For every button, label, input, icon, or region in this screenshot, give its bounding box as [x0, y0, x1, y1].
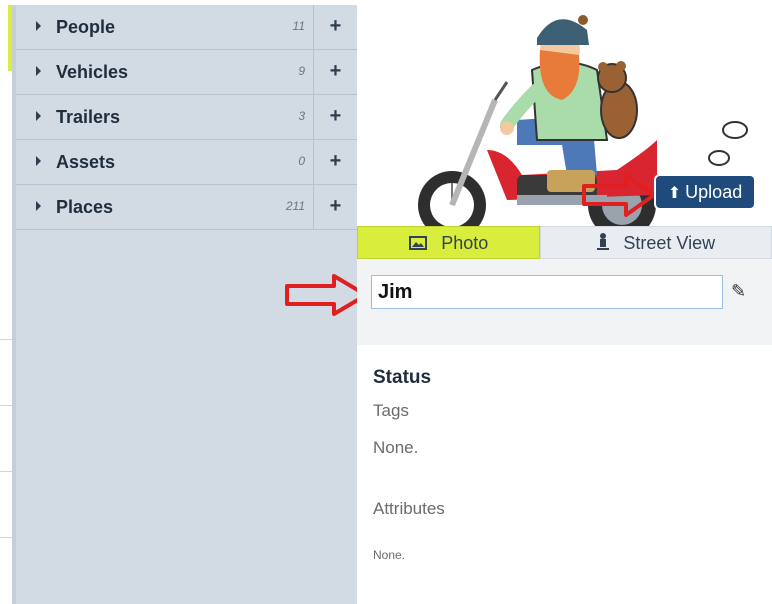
category-label: Assets	[56, 152, 116, 172]
attributes-value: None.	[373, 548, 406, 562]
annotation-arrow-upload	[582, 173, 656, 217]
category-count: 3	[298, 109, 305, 123]
upload-label: Upload	[685, 182, 743, 202]
add-asset-button[interactable]: +	[313, 140, 357, 184]
caret-right-icon[interactable]	[36, 156, 41, 166]
caret-right-icon[interactable]	[36, 66, 41, 76]
category-row-assets[interactable]: Assets 0 +	[16, 140, 357, 185]
tab-photo[interactable]: Photo	[357, 226, 540, 259]
tags-value: None.	[373, 438, 419, 457]
name-field[interactable]	[371, 275, 723, 309]
pencil-edit-icon[interactable]: ✎	[731, 281, 746, 302]
status-heading: Status	[373, 367, 432, 388]
category-row-trailers[interactable]: Trailers 3 +	[16, 95, 357, 140]
caret-right-icon[interactable]	[36, 201, 41, 211]
category-count: 0	[298, 154, 305, 168]
category-label: People	[56, 17, 116, 37]
category-count: 211	[285, 199, 305, 213]
edge-divider	[0, 471, 12, 472]
category-label: Vehicles	[56, 62, 129, 82]
left-edge-strip	[0, 0, 12, 604]
edge-divider	[0, 537, 12, 538]
pegman-icon	[596, 233, 613, 253]
category-label: Places	[56, 197, 114, 217]
category-count: 11	[292, 19, 305, 33]
add-person-button[interactable]: +	[313, 5, 357, 49]
tab-photo-label: Photo	[441, 233, 489, 253]
caret-right-icon[interactable]	[36, 21, 41, 31]
image-icon	[408, 236, 431, 253]
edge-divider	[0, 339, 12, 340]
add-vehicle-button[interactable]: +	[313, 50, 357, 94]
view-tabs: Photo Street View	[357, 226, 772, 259]
upload-button[interactable]: ⬆ Upload	[656, 176, 754, 208]
category-row-people[interactable]: People 11 +	[16, 5, 357, 50]
category-label: Trailers	[56, 107, 121, 127]
add-place-button[interactable]: +	[313, 185, 357, 229]
caret-right-icon[interactable]	[36, 111, 41, 121]
attributes-label: Attributes	[373, 499, 445, 518]
name-panel: ✎	[357, 259, 772, 346]
details-section: Status Tags None. Attributes None.	[357, 345, 772, 604]
category-row-places[interactable]: Places 211 +	[16, 185, 357, 230]
tab-street-view[interactable]: Street View	[540, 226, 772, 259]
category-row-vehicles[interactable]: Vehicles 9 +	[16, 50, 357, 95]
upload-icon: ⬆	[667, 185, 682, 202]
tags-label: Tags	[373, 401, 409, 420]
add-trailer-button[interactable]: +	[313, 95, 357, 139]
edge-divider	[0, 405, 12, 406]
tab-street-view-label: Street View	[623, 233, 716, 253]
category-count: 9	[298, 64, 305, 78]
